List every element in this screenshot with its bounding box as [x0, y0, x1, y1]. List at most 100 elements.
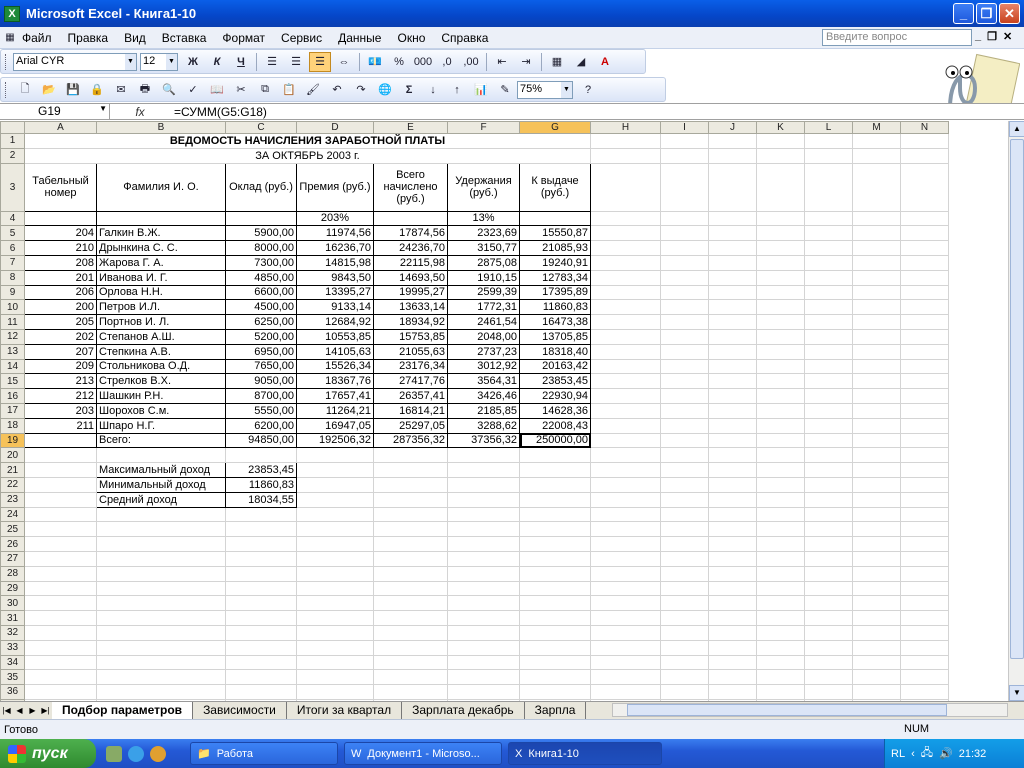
cell[interactable]: [660, 147, 709, 164]
cell[interactable]: [708, 684, 757, 700]
cell[interactable]: [804, 580, 853, 597]
cell[interactable]: [660, 402, 709, 419]
cell[interactable]: [756, 417, 805, 434]
row-header-11[interactable]: 11: [0, 314, 25, 330]
cell[interactable]: [756, 314, 805, 330]
cell[interactable]: [24, 506, 97, 523]
cell[interactable]: [519, 565, 591, 582]
menu-edit[interactable]: Правка: [60, 31, 117, 45]
column-title[interactable]: Удержания (руб.): [447, 162, 520, 212]
data-cell[interactable]: 3150,77: [447, 240, 520, 256]
font-size-select[interactable]: 12 ▼: [140, 52, 178, 71]
data-cell[interactable]: 211: [24, 417, 97, 434]
employee-name[interactable]: Орлова Н.Н.: [96, 284, 226, 301]
workbook-icon[interactable]: ▦: [1, 28, 19, 48]
tab-sheet-3[interactable]: Итоги за квартал: [286, 702, 403, 719]
cell[interactable]: [900, 595, 949, 612]
hyperlink-icon[interactable]: 🌐: [374, 80, 396, 100]
format-painter-icon[interactable]: 🖌: [302, 80, 324, 100]
cell[interactable]: [24, 476, 97, 493]
cell[interactable]: [519, 610, 591, 626]
cell[interactable]: [24, 610, 97, 626]
data-cell[interactable]: 12684,92: [296, 314, 374, 330]
data-cell[interactable]: 201: [24, 269, 97, 286]
cell[interactable]: [296, 639, 374, 656]
workbook-restore-button[interactable]: ❐: [987, 30, 997, 43]
taskbar-item-word[interactable]: W Документ1 - Microso...: [344, 742, 502, 765]
research-icon[interactable]: 📖: [206, 80, 228, 100]
select-all-corner[interactable]: [0, 121, 25, 134]
cell[interactable]: [708, 610, 757, 626]
data-cell[interactable]: 2599,39: [447, 284, 520, 301]
prev-sheet-icon[interactable]: ◀: [13, 706, 26, 715]
cell[interactable]: [590, 417, 661, 434]
print-preview-icon[interactable]: 🔍: [158, 80, 180, 100]
autosum-icon[interactable]: Σ: [398, 80, 420, 100]
cell[interactable]: [225, 506, 297, 523]
row-header-29[interactable]: 29: [0, 580, 25, 597]
row-header-6[interactable]: 6: [0, 240, 25, 256]
cell[interactable]: [590, 240, 661, 256]
employee-name[interactable]: Дрынкина С. С.: [96, 240, 226, 256]
employee-name[interactable]: Портнов И. Л.: [96, 314, 226, 330]
data-cell[interactable]: 17657,41: [296, 388, 374, 404]
cell[interactable]: [590, 447, 661, 464]
cell[interactable]: [852, 684, 901, 700]
cell[interactable]: [96, 506, 226, 523]
cell[interactable]: [519, 595, 591, 612]
cell[interactable]: [756, 388, 805, 404]
cell[interactable]: [756, 284, 805, 301]
data-cell[interactable]: 1772,31: [447, 299, 520, 316]
data-cell[interactable]: 9050,00: [225, 373, 297, 390]
cell[interactable]: [900, 580, 949, 597]
cell[interactable]: [519, 462, 591, 478]
cell[interactable]: [900, 147, 949, 164]
cell[interactable]: [660, 162, 709, 212]
cell[interactable]: [708, 240, 757, 256]
cell[interactable]: [590, 225, 661, 242]
cell[interactable]: [852, 133, 901, 149]
cell[interactable]: [804, 624, 853, 641]
cell[interactable]: [756, 402, 805, 419]
column-header-I[interactable]: I: [660, 121, 709, 134]
total-cell[interactable]: 192506,32: [296, 432, 374, 449]
align-center-icon[interactable]: ☰: [285, 52, 307, 72]
data-cell[interactable]: 209: [24, 358, 97, 375]
data-cell[interactable]: 25297,05: [373, 417, 448, 434]
cell[interactable]: [225, 521, 297, 538]
percent-icon[interactable]: %: [388, 52, 410, 72]
data-cell[interactable]: 4850,00: [225, 269, 297, 286]
data-cell[interactable]: 6950,00: [225, 343, 297, 360]
cell[interactable]: [852, 299, 901, 316]
cell[interactable]: [900, 550, 949, 567]
employee-name[interactable]: Степкина А.В.: [96, 343, 226, 360]
new-icon[interactable]: 🗋: [14, 80, 36, 100]
cell[interactable]: [804, 240, 853, 256]
row-header-19[interactable]: 19: [0, 432, 25, 449]
cell[interactable]: [708, 358, 757, 375]
cell[interactable]: [24, 536, 97, 552]
cell[interactable]: [24, 521, 97, 538]
thousands-icon[interactable]: 000: [412, 52, 434, 72]
data-cell[interactable]: 12783,34: [519, 269, 591, 286]
cell[interactable]: [756, 299, 805, 316]
cell[interactable]: [96, 624, 226, 641]
cell[interactable]: [519, 669, 591, 686]
cell[interactable]: [24, 210, 97, 227]
cell[interactable]: [756, 225, 805, 242]
cell[interactable]: [24, 550, 97, 567]
cell[interactable]: [900, 388, 949, 404]
cell[interactable]: [804, 491, 853, 508]
save-icon[interactable]: 💾: [62, 80, 84, 100]
column-title[interactable]: Всего начислено (руб.): [373, 162, 448, 212]
cell[interactable]: [590, 506, 661, 523]
cell[interactable]: [852, 462, 901, 478]
cell[interactable]: [708, 299, 757, 316]
cell[interactable]: [590, 210, 661, 227]
cell[interactable]: [590, 639, 661, 656]
decrease-indent-icon[interactable]: ⇤: [491, 52, 513, 72]
data-cell[interactable]: 2185,85: [447, 402, 520, 419]
cell[interactable]: [590, 284, 661, 301]
cell[interactable]: [590, 343, 661, 360]
menu-help[interactable]: Справка: [433, 31, 496, 45]
